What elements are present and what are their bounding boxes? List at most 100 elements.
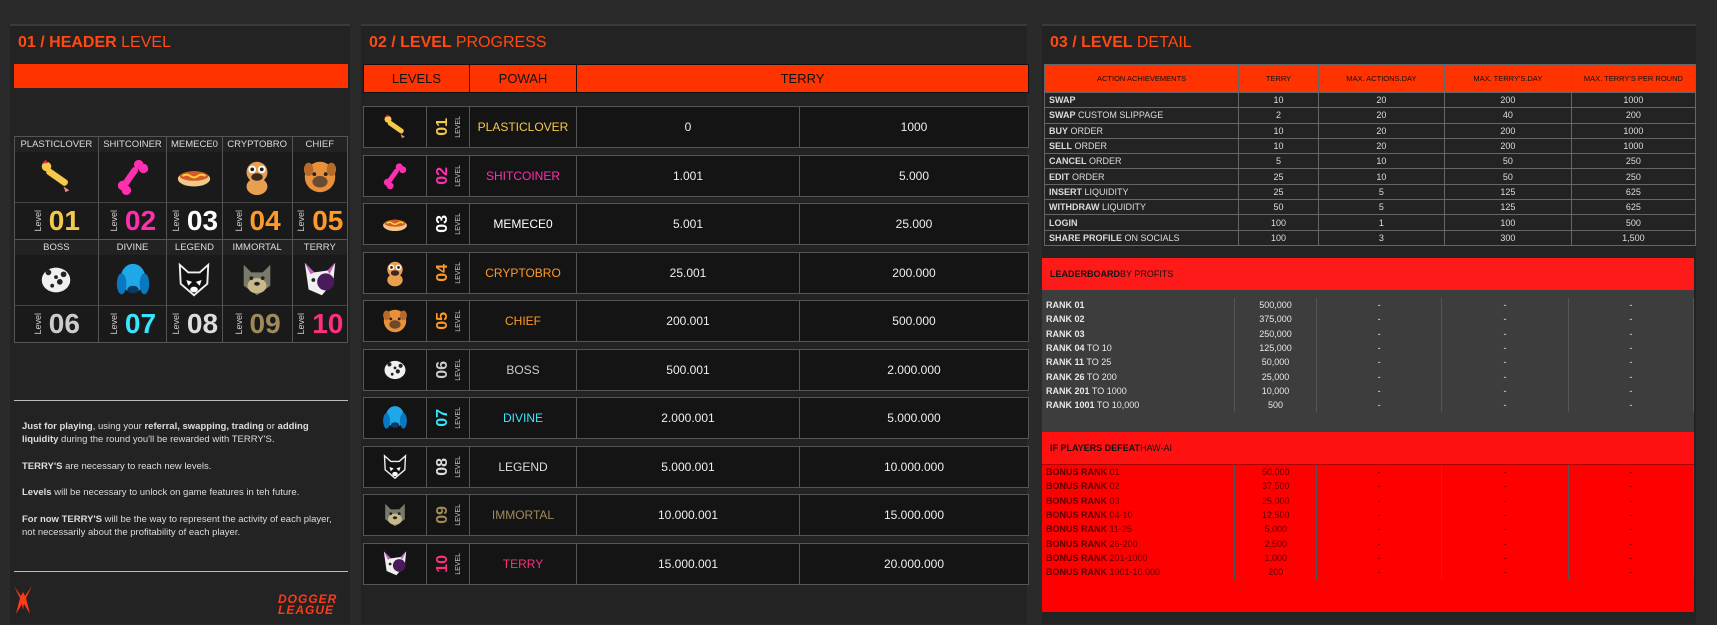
action-value: 125	[1443, 199, 1572, 216]
level-number-box: Level 01	[15, 202, 98, 239]
level-word: Level	[170, 210, 181, 232]
rank-value: -	[1316, 355, 1443, 370]
action-name: CANCEL ORDER	[1043, 153, 1240, 170]
action-row: CANCEL ORDER 5 10 50 250	[1043, 153, 1697, 170]
rank-value: -	[1568, 479, 1695, 494]
header-red-bar	[14, 64, 348, 88]
rank-value: -	[1441, 398, 1569, 413]
rank-name-bold: RANK 11	[1046, 357, 1085, 368]
rank-name-bold: BONUS RANK	[1046, 524, 1108, 535]
info-paragraph: TERRY'S are necessary to reach new level…	[22, 461, 340, 474]
level-word: LEVEL	[455, 116, 462, 138]
level-word: LEVEL	[455, 310, 462, 332]
rank-value: 500,000	[1234, 298, 1317, 313]
action-name-rest: LIQUIDITY	[1099, 202, 1147, 213]
terry-min: 5.000.001	[577, 446, 800, 487]
rank-value: 125,000	[1234, 340, 1317, 356]
bonus-row: BONUS RANK 1001-10.000 200- - -	[1042, 565, 1695, 580]
level-progress-panel: 02 / LEVEL PROGRESS LEVELS POWAH TERRY 0…	[361, 24, 1029, 624]
panel-title: 01 / HEADER LEVEL	[18, 34, 171, 51]
action-value: 100	[1238, 214, 1319, 231]
terry-min: 15.000.001	[577, 543, 800, 584]
action-name-bold: CANCEL	[1049, 156, 1087, 167]
level-card: DIVINE Level 07	[97, 239, 168, 343]
terry-min: 1.001	[577, 155, 800, 196]
progress-row: 09 LEVEL IMMORTAL 10.000.001 15.000.000	[363, 494, 1029, 536]
rank-name-rest: TO 10	[1084, 343, 1112, 354]
action-value: 10	[1317, 153, 1445, 170]
level-name: MEMECE0	[470, 204, 577, 244]
rank-name: RANK 02	[1042, 312, 1236, 327]
action-name: EDIT ORDER	[1043, 168, 1240, 185]
rank-name-bold: BONUS RANK	[1046, 552, 1108, 563]
action-value: 20	[1317, 137, 1445, 155]
terry-max: 15.000.000	[883, 508, 945, 522]
action-row: BUY ORDER 10 20 200 1000	[1043, 122, 1697, 139]
action-row: SWAP CUSTOM SLIPPAGE 2 20 40 200	[1043, 107, 1697, 124]
level-name: BOSS	[470, 349, 577, 390]
progress-level-number: 04 LEVEL	[427, 252, 470, 293]
leaderboard-section: LEADERBOARD BY PROFITS RANK 01 500,000- - -…	[1042, 258, 1695, 450]
rank-value: -	[1316, 326, 1443, 341]
level-detail-panel: 03 / LEVEL DETAIL ACTION ACHIEVEMENTS TER…	[1042, 24, 1697, 624]
bonus-row: BONUS RANK 201-1000 1,000- - -	[1042, 550, 1695, 566]
rank-value: -	[1568, 507, 1695, 523]
level-grid: PLASTICLOVER Level 01 SHITCOINER Level 02 MEME…	[14, 136, 349, 343]
progress-level-number: 01 LEVEL	[427, 107, 470, 147]
progress-row: 07 LEVEL DIVINE 2.000.001 5.000.000	[363, 397, 1029, 439]
level-name: CHIEF	[292, 137, 347, 152]
info-paragraph: For now TERRY'S will be the way to repre…	[22, 514, 340, 540]
info-text: during the round you'll be rewarded with…	[58, 433, 275, 445]
blue-dog-icon	[99, 255, 167, 305]
action-name: SWAP CUSTOM SLIPPAGE	[1043, 107, 1240, 124]
panel-title: 03 / LEVEL DETAIL	[1050, 34, 1192, 51]
info-text: are necessary to reach new levels.	[62, 460, 212, 472]
action-name: SHARE PROFILE ON SOCIALS	[1043, 229, 1240, 246]
dogger-logo-icon	[12, 584, 34, 621]
level-card: BOSS Level 06	[14, 239, 99, 343]
rank-name-rest: 04-10	[1107, 510, 1133, 521]
rank-value: 25,000	[1234, 493, 1317, 508]
rank-value: -	[1441, 369, 1569, 384]
bonus-row: BONUS RANK 03 25,000- - -	[1042, 493, 1695, 508]
progress-level-number: 08 LEVEL	[427, 446, 470, 487]
rank-name-bold: BONUS RANK	[1046, 481, 1108, 492]
rank-value: -	[1316, 522, 1443, 537]
level-card: TERRY Level 10	[291, 239, 349, 343]
terry-min: 5.001	[577, 204, 800, 244]
progress-row: 02 LEVEL SHITCOINER 1.001 5.000	[363, 154, 1029, 197]
info-text: will be necessary to unlock on game feat…	[51, 487, 300, 499]
rank-value: -	[1568, 536, 1695, 551]
level-card: LEGEND Level 08	[166, 239, 223, 343]
level-word: Level	[233, 313, 244, 335]
level-name: SHITCOINER	[470, 155, 577, 196]
bonus-row: BONUS RANK 02 37,500- - -	[1042, 479, 1695, 494]
level-number: 02	[434, 166, 451, 185]
rank-value: 25,000	[1234, 369, 1317, 384]
rank-value: 5,000	[1234, 522, 1317, 537]
rank-value: -	[1316, 369, 1443, 384]
rank-value: 375,000	[1234, 312, 1317, 327]
rank-name-bold: RANK 1001	[1046, 400, 1095, 411]
progress-level-number: 03 LEVEL	[427, 204, 470, 244]
rank-name-bold: BONUS RANK	[1046, 567, 1108, 578]
rank-value: -	[1441, 383, 1569, 399]
action-value: 625	[1570, 183, 1697, 201]
terry-icon	[293, 255, 347, 305]
progress-row: 08 LEVEL LEGEND 5.000.001 10.000.000	[363, 445, 1029, 488]
level-card: IMMORTAL Level 09	[221, 239, 293, 343]
level-word: LEVEL	[455, 261, 462, 284]
terry-min: 0	[577, 107, 800, 147]
action-name-rest: ON SOCIALS	[1122, 232, 1180, 243]
rank-name-bold: BONUS RANK	[1046, 495, 1108, 506]
level-number: 05	[312, 205, 344, 236]
rank-name: RANK 03	[1042, 326, 1236, 341]
level-word: Level	[296, 210, 307, 232]
action-name: BUY ORDER	[1043, 122, 1240, 139]
level-word: Level	[32, 210, 43, 232]
action-value: 250	[1570, 168, 1697, 185]
rank-name: BONUS RANK 201-1000	[1042, 550, 1236, 566]
level-number-box: Level 04	[222, 202, 292, 239]
rank-name-rest: 1001-10.000	[1107, 567, 1161, 578]
level-number: 03	[434, 215, 451, 233]
